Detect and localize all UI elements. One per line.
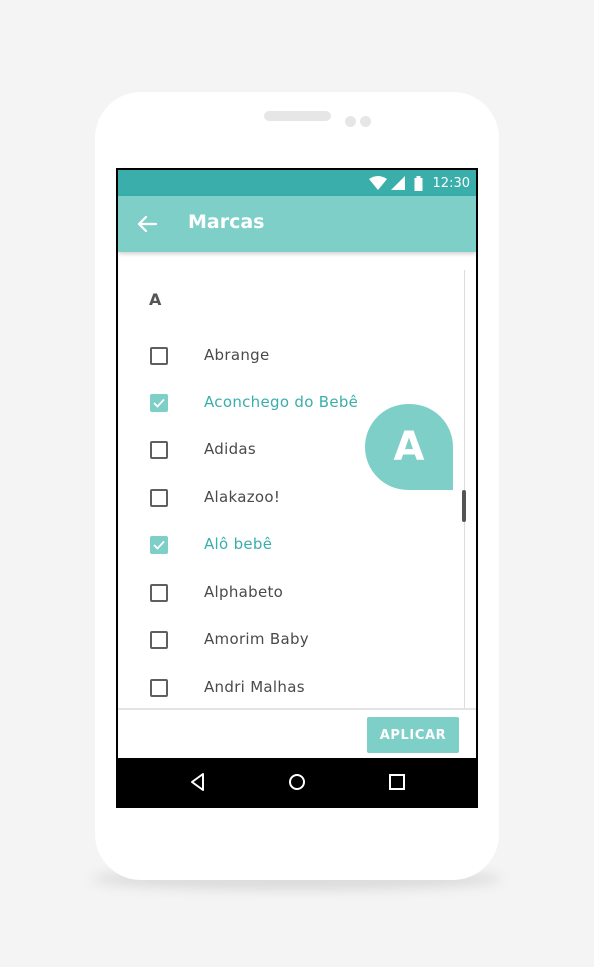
page-title: Marcas xyxy=(188,211,265,233)
brand-label: Amorim Baby xyxy=(204,630,309,648)
nav-back-icon[interactable] xyxy=(188,772,208,792)
index-bubble: A xyxy=(365,404,453,490)
status-time: 12:30 xyxy=(432,175,470,191)
brand-label: Alô bebê xyxy=(204,535,273,553)
checkbox-checked[interactable] xyxy=(150,536,168,554)
checkbox[interactable] xyxy=(150,489,168,507)
checkbox[interactable] xyxy=(150,631,168,649)
navigation-bar xyxy=(118,758,476,806)
list-item[interactable]: Alphabeto xyxy=(118,573,458,613)
section-header: A xyxy=(149,290,162,309)
list-item[interactable]: Abrange xyxy=(118,336,458,376)
wifi-icon xyxy=(368,176,387,190)
signal-icon xyxy=(390,176,405,190)
list-item[interactable]: Amorim Baby xyxy=(118,620,458,660)
phone-screen: 12:30 Marcas A Abrange Aconchego do Bebê xyxy=(116,168,478,808)
checkmark-icon xyxy=(153,398,165,408)
phone-camera xyxy=(360,116,371,127)
checkmark-icon xyxy=(153,540,165,550)
nav-home-icon[interactable] xyxy=(287,772,307,792)
brand-label: Aconchego do Bebê xyxy=(204,393,359,411)
status-bar: 12:30 xyxy=(118,170,476,196)
checkbox-checked[interactable] xyxy=(150,394,168,412)
footer-bar: APLICAR xyxy=(118,708,476,758)
brand-label: Andri Malhas xyxy=(204,678,305,696)
app-bar: Marcas xyxy=(118,196,476,252)
apply-button[interactable]: APLICAR xyxy=(367,717,459,753)
brand-label: Adidas xyxy=(204,440,257,458)
scrollbar-thumb[interactable] xyxy=(462,490,466,522)
checkbox[interactable] xyxy=(150,679,168,697)
brand-label: Alakazoo! xyxy=(204,488,281,506)
brand-label: Abrange xyxy=(204,346,270,364)
phone-speaker xyxy=(264,111,331,121)
arrow-left-icon[interactable] xyxy=(136,213,158,235)
checkbox[interactable] xyxy=(150,584,168,602)
brand-list: A Abrange Aconchego do Bebê Adidas Alaka… xyxy=(118,252,476,710)
list-item[interactable]: Alô bebê xyxy=(118,525,458,565)
brand-label: Alphabeto xyxy=(204,583,284,601)
nav-recents-icon[interactable] xyxy=(387,772,407,792)
battery-icon xyxy=(414,175,423,191)
list-item[interactable]: Andri Malhas xyxy=(118,668,458,708)
checkbox[interactable] xyxy=(150,347,168,365)
phone-sensor xyxy=(345,116,356,127)
checkbox[interactable] xyxy=(150,441,168,459)
